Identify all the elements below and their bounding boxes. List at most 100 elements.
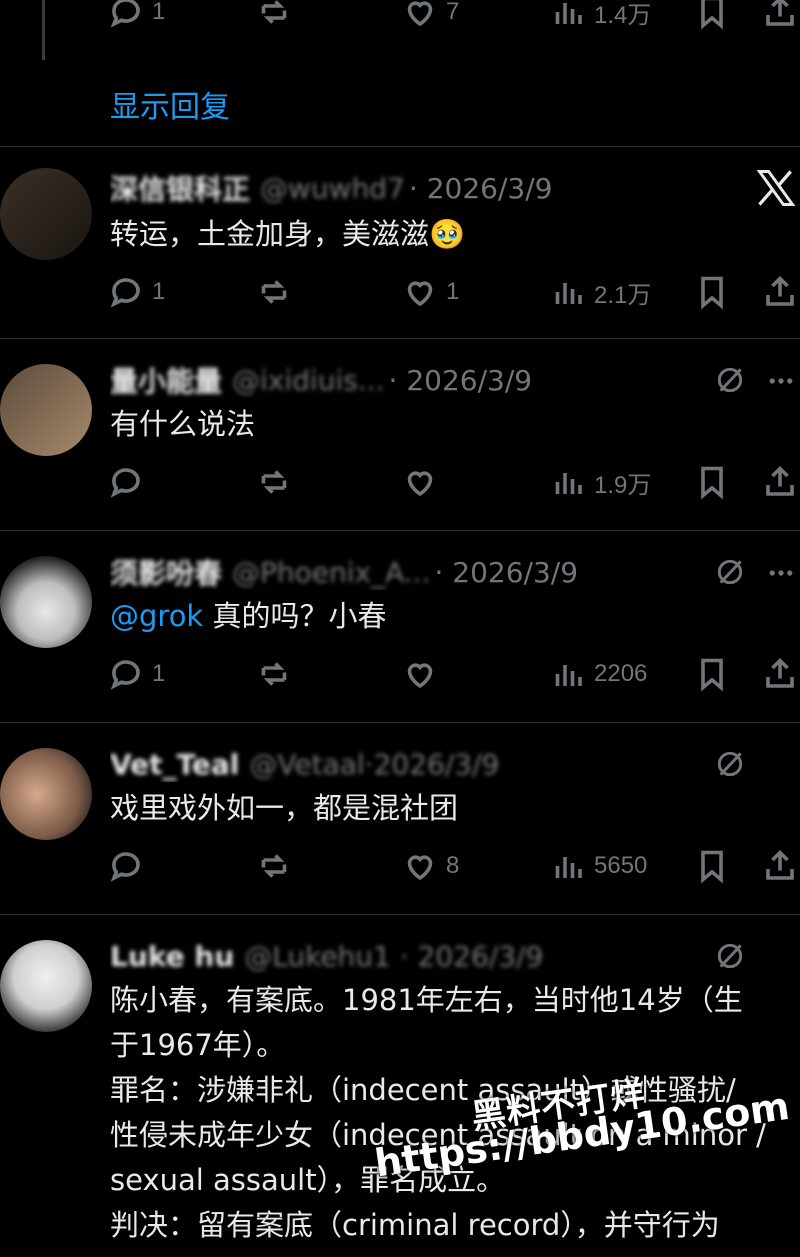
heart-icon bbox=[407, 1, 433, 27]
bookmark-icon bbox=[701, 658, 723, 692]
share-action[interactable] bbox=[762, 274, 798, 310]
like-action[interactable] bbox=[402, 464, 438, 500]
views-action[interactable]: 2.1万 bbox=[550, 274, 651, 310]
reply-count: 1 bbox=[152, 660, 166, 687]
user-handle[interactable]: @wuwhd7 bbox=[260, 172, 405, 205]
views-icon bbox=[555, 473, 582, 494]
user-handle[interactable]: @Phoenix_A... bbox=[232, 556, 430, 589]
user-handle[interactable]: @ixidiuis... bbox=[232, 364, 385, 397]
x-logo-icon bbox=[754, 166, 798, 210]
share-icon bbox=[766, 0, 794, 26]
tweet-actions: 1 2206 bbox=[108, 656, 800, 692]
like-action[interactable] bbox=[402, 656, 438, 692]
reply-action[interactable]: 1 bbox=[108, 274, 165, 310]
share-action[interactable] bbox=[762, 656, 798, 692]
like-action[interactable]: 7 bbox=[402, 0, 459, 30]
display-name[interactable]: Vet_Teal bbox=[110, 748, 239, 781]
text-line: 判决：留有案底（criminal record），并守行为 bbox=[110, 1208, 720, 1242]
reply-action[interactable]: 1 bbox=[108, 0, 165, 30]
views-action[interactable]: 1.4万 bbox=[550, 0, 651, 30]
reply-action[interactable] bbox=[108, 464, 144, 500]
views-icon bbox=[555, 665, 582, 686]
display-name[interactable]: 须影吩春 bbox=[110, 554, 222, 590]
tweet-header: Vet_Teal @Vetaal·2026/3/9 bbox=[110, 746, 680, 782]
share-icon bbox=[766, 465, 794, 496]
separator bbox=[0, 722, 800, 723]
like-action[interactable]: 8 bbox=[402, 848, 459, 884]
tweet-actions: 1 1 2.1万 bbox=[108, 274, 800, 310]
heart-icon bbox=[407, 471, 433, 497]
views-action[interactable]: 5650 bbox=[550, 848, 647, 884]
retweet-action[interactable] bbox=[256, 656, 292, 692]
top-action-bar: 1 7 1.4万 bbox=[108, 0, 800, 30]
bookmark-icon bbox=[701, 0, 723, 30]
post-date[interactable]: · 2026/3/9 bbox=[434, 556, 578, 589]
post-date[interactable]: · 2026/3/9 bbox=[409, 172, 553, 205]
like-count: 8 bbox=[446, 852, 460, 879]
grok-icon[interactable] bbox=[714, 364, 746, 400]
share-icon bbox=[766, 275, 794, 306]
bookmark-action[interactable] bbox=[694, 656, 730, 692]
views-count: 2206 bbox=[594, 660, 648, 687]
views-icon bbox=[555, 283, 582, 304]
more-icon[interactable] bbox=[766, 366, 796, 400]
share-action[interactable] bbox=[762, 464, 798, 500]
reply-count: 1 bbox=[152, 278, 166, 305]
bookmark-action[interactable] bbox=[694, 464, 730, 500]
retweet-action[interactable] bbox=[256, 274, 292, 310]
reply-icon bbox=[110, 660, 140, 690]
avatar[interactable] bbox=[0, 748, 92, 840]
retweet-action[interactable] bbox=[256, 848, 292, 884]
reply-icon bbox=[110, 468, 140, 498]
reply-action[interactable] bbox=[108, 848, 144, 884]
views-count: 1.4万 bbox=[594, 1, 652, 29]
avatar[interactable] bbox=[0, 168, 92, 260]
grok-icon[interactable] bbox=[714, 556, 746, 592]
display-name[interactable]: 量小能量 bbox=[110, 362, 222, 398]
reply-action[interactable]: 1 bbox=[108, 656, 165, 692]
avatar[interactable] bbox=[0, 556, 92, 648]
retweet-action[interactable] bbox=[256, 0, 292, 30]
display-name[interactable]: 深信银科正 bbox=[110, 170, 250, 206]
grok-icon[interactable] bbox=[714, 940, 746, 976]
more-icon[interactable] bbox=[766, 558, 796, 592]
retweet-action[interactable] bbox=[256, 464, 292, 500]
share-action[interactable] bbox=[762, 0, 798, 30]
user-handle[interactable]: @Lukehu1 · 2026/3/9 bbox=[244, 940, 543, 973]
tweet-text: @grok 真的吗？小春 bbox=[110, 599, 387, 633]
tweet-header: Luke hu @Lukehu1 · 2026/3/9 bbox=[110, 938, 680, 974]
share-action[interactable] bbox=[762, 848, 798, 884]
tweet-actions: 8 5650 bbox=[108, 848, 800, 884]
like-action[interactable]: 1 bbox=[402, 274, 459, 310]
reply-icon bbox=[110, 278, 140, 308]
post-date[interactable]: · 2026/3/9 bbox=[389, 364, 533, 397]
bookmark-action[interactable] bbox=[694, 848, 730, 884]
separator bbox=[0, 530, 800, 531]
grok-icon[interactable] bbox=[714, 748, 746, 784]
tweet-text: 转运，土金加身，美滋滋🥹 bbox=[110, 217, 466, 251]
tweet-actions: 1.9万 bbox=[108, 464, 800, 500]
retweet-icon bbox=[261, 0, 287, 24]
text-line: 陈小春，有案底。1981年左右，当时他14岁（生 bbox=[110, 983, 743, 1017]
share-icon bbox=[766, 657, 794, 688]
display-name[interactable]: Luke hu bbox=[110, 940, 234, 973]
avatar[interactable] bbox=[0, 364, 92, 456]
user-handle[interactable]: @Vetaal·2026/3/9 bbox=[249, 748, 499, 781]
avatar[interactable] bbox=[0, 940, 92, 1032]
text-line: 于1967年）。 bbox=[110, 1028, 286, 1062]
show-replies-link[interactable]: 显示回复 bbox=[110, 82, 230, 126]
bookmark-action[interactable] bbox=[694, 0, 730, 30]
tweet-text: 戏里戏外如一，都是混社团 bbox=[110, 791, 459, 825]
views-action[interactable]: 1.9万 bbox=[550, 464, 651, 500]
reply-count: 1 bbox=[152, 0, 166, 25]
like-count: 7 bbox=[446, 0, 460, 25]
retweet-icon bbox=[261, 854, 287, 878]
views-action[interactable]: 2206 bbox=[550, 656, 647, 692]
bookmark-action[interactable] bbox=[694, 274, 730, 310]
separator bbox=[0, 146, 800, 147]
reply-icon bbox=[110, 0, 140, 28]
heart-icon bbox=[407, 855, 433, 881]
emoji: 🥹 bbox=[429, 217, 466, 251]
mention-link[interactable]: @grok bbox=[110, 599, 203, 633]
views-count: 1.9万 bbox=[594, 471, 652, 499]
